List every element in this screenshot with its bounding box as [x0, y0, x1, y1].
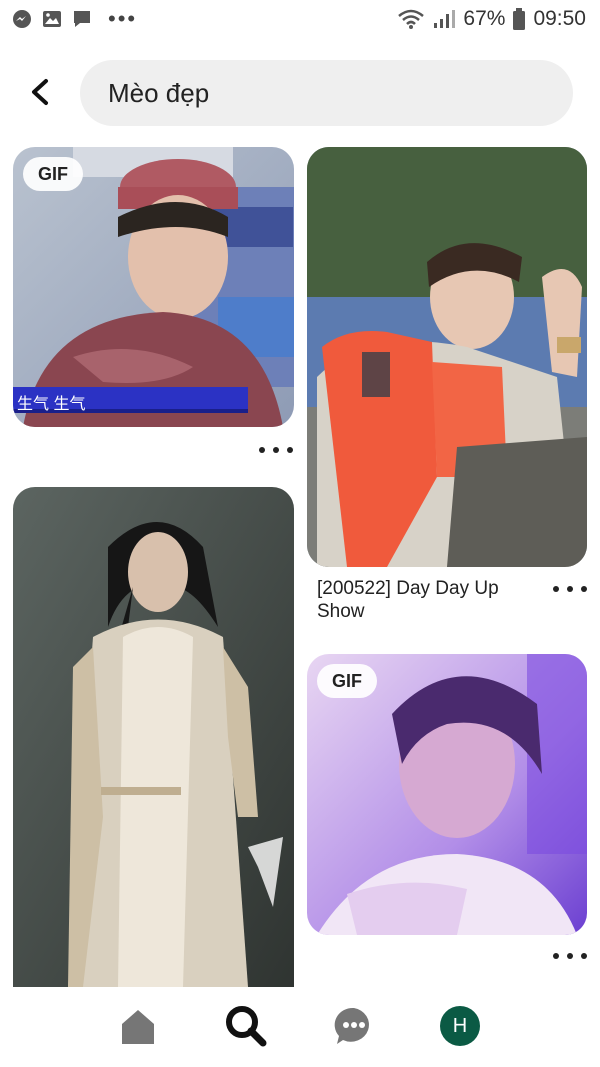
search-query: Mèo đẹp: [108, 78, 210, 108]
dot: [567, 586, 573, 592]
back-button[interactable]: [22, 74, 58, 110]
nav-messages[interactable]: [332, 1004, 376, 1048]
pin-image[interactable]: [13, 487, 294, 987]
battery-percent: 67%: [463, 7, 506, 30]
dot: [553, 953, 559, 959]
pin-image[interactable]: GIF 生气 生气: [13, 147, 294, 427]
dot: [259, 447, 265, 453]
bottom-nav: H: [0, 990, 600, 1067]
nav-home[interactable]: [116, 1004, 160, 1048]
gif-badge: GIF: [23, 157, 83, 191]
home-icon: [122, 1010, 154, 1044]
pin-photo: [13, 487, 294, 987]
chat-icon: [74, 11, 90, 27]
pin-title[interactable]: [200522] Day Day Up Show: [317, 577, 537, 623]
signal-icon: [434, 10, 456, 28]
dot: [273, 447, 279, 453]
clock: 09:50: [533, 7, 586, 30]
pin-more-button[interactable]: [259, 442, 293, 458]
pin-image[interactable]: [307, 147, 587, 567]
status-bar: ••• 67% 09:50: [0, 0, 600, 42]
search-icon: [226, 1006, 267, 1047]
messages-icon: [334, 1007, 369, 1044]
gif-badge: GIF: [317, 664, 377, 698]
search-input[interactable]: Mèo đẹp: [80, 60, 573, 126]
dot: [581, 586, 587, 592]
pin-photo: [307, 147, 587, 567]
pin-image[interactable]: GIF: [307, 654, 587, 935]
wifi-icon: [398, 9, 425, 29]
dot: [553, 586, 559, 592]
dot: [581, 953, 587, 959]
messenger-icon: [13, 10, 31, 28]
video-caption: 生气 生气: [17, 396, 86, 413]
status-left: •••: [12, 6, 138, 31]
more-notifications: •••: [108, 6, 138, 31]
gallery-icon: [43, 11, 61, 27]
battery-icon: [513, 8, 526, 30]
dot: [567, 953, 573, 959]
status-right: 67% 09:50: [397, 7, 586, 31]
nav-search[interactable]: [224, 1004, 268, 1048]
profile-avatar: H: [440, 1006, 480, 1046]
nav-profile[interactable]: H: [438, 1004, 482, 1048]
chevron-left-icon: [32, 79, 48, 105]
pin-more-button[interactable]: [553, 581, 587, 597]
pin-more-button[interactable]: [553, 948, 587, 964]
dot: [287, 447, 293, 453]
